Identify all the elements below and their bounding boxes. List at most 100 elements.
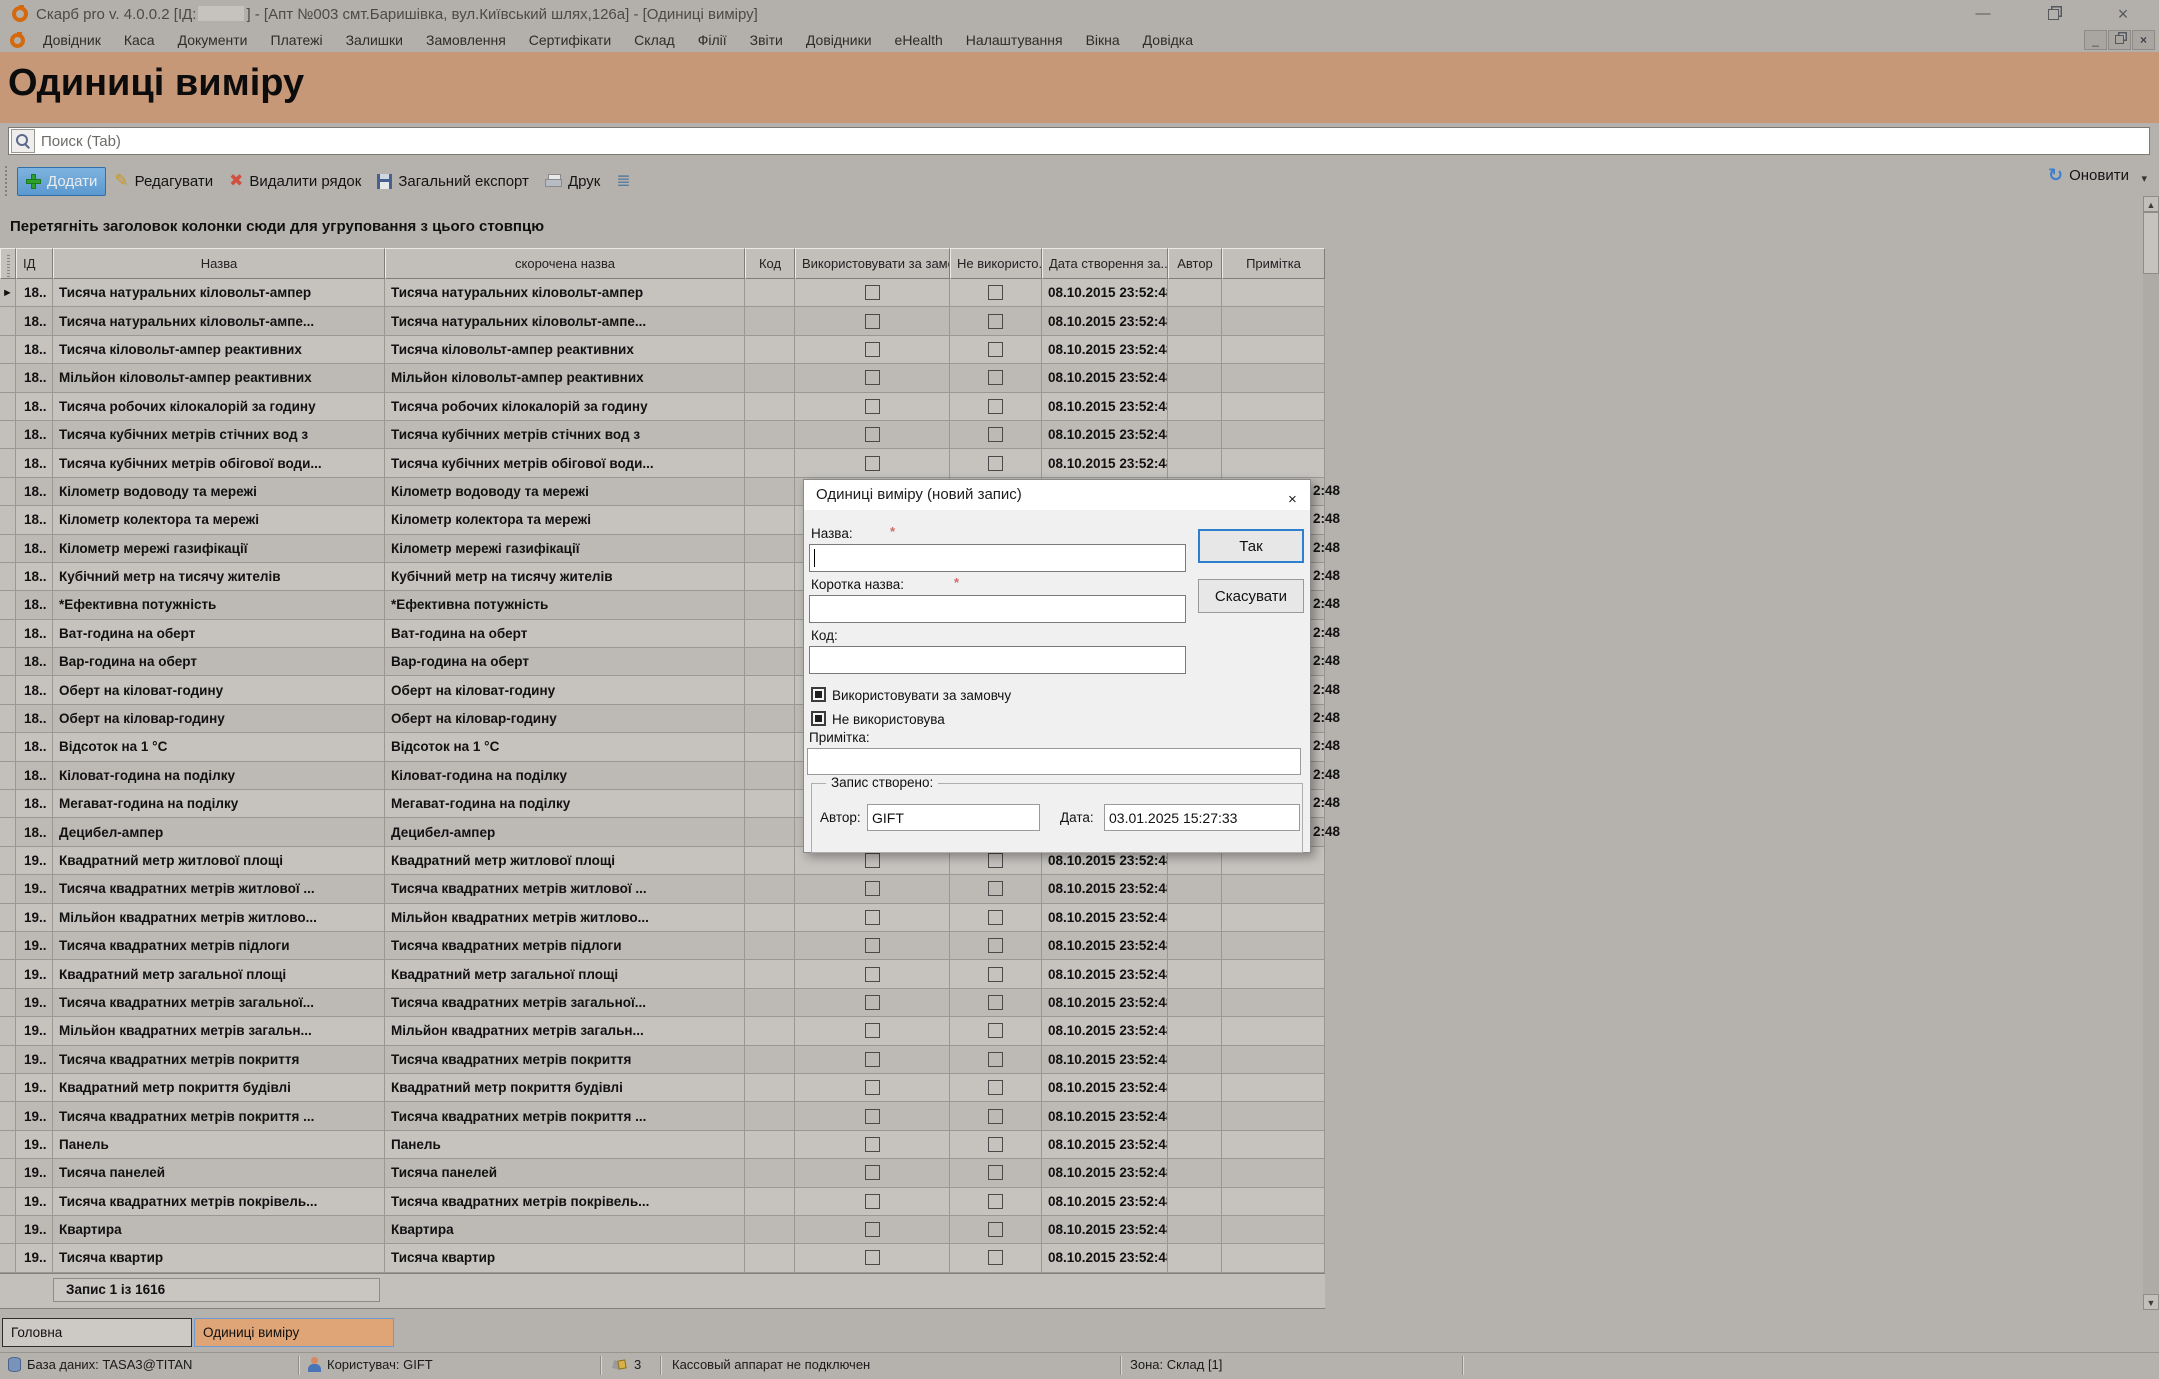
table-row[interactable]: 19..Мільйон квадратних метрів житлово...…	[0, 904, 1325, 932]
menu-item-1[interactable]: Каса	[124, 32, 155, 48]
menu-item-9[interactable]: Звіти	[750, 32, 783, 48]
row-checkbox[interactable]	[865, 1222, 880, 1237]
table-row[interactable]: 18..Тисяча кіловольт-ампер реактивнихТис…	[0, 336, 1325, 364]
group-by-panel[interactable]: Перетягніть заголовок колонки сюди для у…	[0, 204, 2159, 248]
scroll-up-button[interactable]: ▲	[2143, 196, 2159, 212]
row-checkbox[interactable]	[865, 342, 880, 357]
search-input[interactable]	[35, 133, 2149, 150]
menu-item-0[interactable]: Довідник	[43, 32, 101, 48]
row-checkbox[interactable]	[865, 853, 880, 868]
row-checkbox[interactable]	[865, 1165, 880, 1180]
row-checkbox[interactable]	[865, 1023, 880, 1038]
dialog-close-button[interactable]: ×	[1276, 484, 1296, 504]
column-header-3[interactable]: Код	[745, 248, 795, 279]
table-row[interactable]: 19..Тисяча панелейТисяча панелей08.10.20…	[0, 1159, 1325, 1187]
table-row[interactable]: 19..Квадратний метр покриття будівліКвад…	[0, 1074, 1325, 1102]
menu-item-7[interactable]: Склад	[634, 32, 675, 48]
table-row[interactable]: 19..Тисяча квартирТисяча квартир08.10.20…	[0, 1244, 1325, 1272]
row-checkbox[interactable]	[865, 995, 880, 1010]
row-checkbox[interactable]	[988, 314, 1003, 329]
table-row[interactable]: 19..Тисяча квадратних метрів житлової ..…	[0, 875, 1325, 903]
scroll-down-button[interactable]: ▼	[2143, 1294, 2159, 1310]
menu-item-3[interactable]: Платежі	[271, 32, 323, 48]
not-used-checkbox[interactable]	[811, 711, 826, 726]
row-checkbox[interactable]	[865, 967, 880, 982]
restore-button[interactable]	[2038, 4, 2068, 24]
table-row[interactable]: 18..Тисяча натуральних кіловольт-ампе...…	[0, 307, 1325, 335]
column-header-6[interactable]: Дата створення за...	[1042, 248, 1168, 279]
row-checkbox[interactable]	[865, 285, 880, 300]
column-header-1[interactable]: Назва	[53, 248, 385, 279]
column-header-8[interactable]: Примітка	[1222, 248, 1325, 279]
row-checkbox[interactable]	[988, 910, 1003, 925]
menu-item-11[interactable]: eHealth	[895, 32, 943, 48]
ok-button[interactable]: Так	[1198, 529, 1304, 563]
scroll-thumb[interactable]	[2143, 212, 2159, 274]
row-checkbox[interactable]	[865, 1052, 880, 1067]
row-checkbox[interactable]	[988, 938, 1003, 953]
table-row[interactable]: 19..Мільйон квадратних метрів загальн...…	[0, 1017, 1325, 1045]
bottom-tab-1[interactable]: Одиниці виміру	[194, 1318, 394, 1347]
menu-item-10[interactable]: Довідники	[806, 32, 872, 48]
row-checkbox[interactable]	[988, 967, 1003, 982]
mdi-restore-button[interactable]	[2108, 30, 2131, 50]
date-input[interactable]: 03.01.2025 15:27:33	[1104, 804, 1300, 831]
row-checkbox[interactable]	[865, 910, 880, 925]
row-checkbox[interactable]	[988, 427, 1003, 442]
row-checkbox[interactable]	[865, 1137, 880, 1152]
column-header-5[interactable]: Не використо...	[950, 248, 1042, 279]
vertical-scrollbar[interactable]: ▲ ▼	[2143, 196, 2159, 1310]
refresh-dropdown[interactable]: ▾	[2141, 172, 2147, 185]
column-header-7[interactable]: Автор	[1168, 248, 1222, 279]
note-input[interactable]	[807, 748, 1301, 775]
row-checkbox[interactable]	[865, 1194, 880, 1209]
row-checkbox[interactable]	[988, 370, 1003, 385]
row-checkbox[interactable]	[988, 399, 1003, 414]
row-checkbox[interactable]	[865, 1109, 880, 1124]
row-checkbox[interactable]	[988, 995, 1003, 1010]
use-default-checkbox[interactable]	[811, 687, 826, 702]
table-row[interactable]: 18..Тисяча робочих кілокалорій за годину…	[0, 393, 1325, 421]
row-checkbox[interactable]	[988, 1137, 1003, 1152]
row-checkbox[interactable]	[988, 1165, 1003, 1180]
menu-item-5[interactable]: Замовлення	[426, 32, 506, 48]
export-button[interactable]: Загальний експорт	[369, 168, 537, 195]
view-grid-button[interactable]: ≣	[608, 166, 636, 196]
table-row[interactable]: 18..Тисяча кубічних метрів обігової води…	[0, 449, 1325, 477]
column-header-4[interactable]: Використовувати за замо...	[795, 248, 950, 279]
row-checkbox[interactable]	[988, 1194, 1003, 1209]
table-row[interactable]: 19..КвартираКвартира08.10.2015 23:52:48	[0, 1216, 1325, 1244]
row-checkbox[interactable]	[865, 1080, 880, 1095]
table-row[interactable]: 18..Мільйон кіловольт-ампер реактивнихМі…	[0, 364, 1325, 392]
row-checkbox[interactable]	[988, 881, 1003, 896]
delete-row-button[interactable]: ✖ Видалити рядок	[221, 166, 369, 196]
row-checkbox[interactable]	[988, 285, 1003, 300]
column-header-0[interactable]: ІД	[16, 248, 53, 279]
row-checkbox[interactable]	[865, 370, 880, 385]
row-checkbox[interactable]	[865, 456, 880, 471]
row-checkbox[interactable]	[988, 1109, 1003, 1124]
short-name-input[interactable]	[809, 595, 1186, 623]
row-checkbox[interactable]	[988, 1080, 1003, 1095]
menu-item-14[interactable]: Довідка	[1143, 32, 1193, 48]
row-checkbox[interactable]	[988, 1222, 1003, 1237]
table-row[interactable]: 19..ПанельПанель08.10.2015 23:52:48	[0, 1131, 1325, 1159]
table-row[interactable]: 19..Тисяча квадратних метрів підлогиТися…	[0, 932, 1325, 960]
table-row[interactable]: 19..Тисяча квадратних метрів покриття ..…	[0, 1102, 1325, 1130]
refresh-button[interactable]: ↻ Оновити	[2048, 165, 2129, 186]
bottom-tab-0[interactable]: Головна	[2, 1318, 192, 1347]
print-button[interactable]: Друк	[537, 168, 608, 195]
table-row[interactable]: 19..Тисяча квадратних метрів загальної..…	[0, 989, 1325, 1017]
mdi-close-button[interactable]: ×	[2132, 30, 2155, 50]
minimize-button[interactable]: —	[1968, 4, 1998, 24]
close-button[interactable]: ×	[2108, 4, 2138, 24]
edit-button[interactable]: ✎ Редагувати	[106, 166, 221, 196]
table-row[interactable]: 19..Квадратний метр загальної площіКвадр…	[0, 960, 1325, 988]
row-checkbox[interactable]	[865, 427, 880, 442]
menu-item-13[interactable]: Вікна	[1086, 32, 1120, 48]
row-checkbox[interactable]	[865, 1250, 880, 1265]
name-input[interactable]	[809, 544, 1186, 572]
toolbar-grip[interactable]	[5, 166, 11, 196]
table-row[interactable]: ►18..Тисяча натуральних кіловольт-амперТ…	[0, 279, 1325, 307]
row-checkbox[interactable]	[988, 342, 1003, 357]
